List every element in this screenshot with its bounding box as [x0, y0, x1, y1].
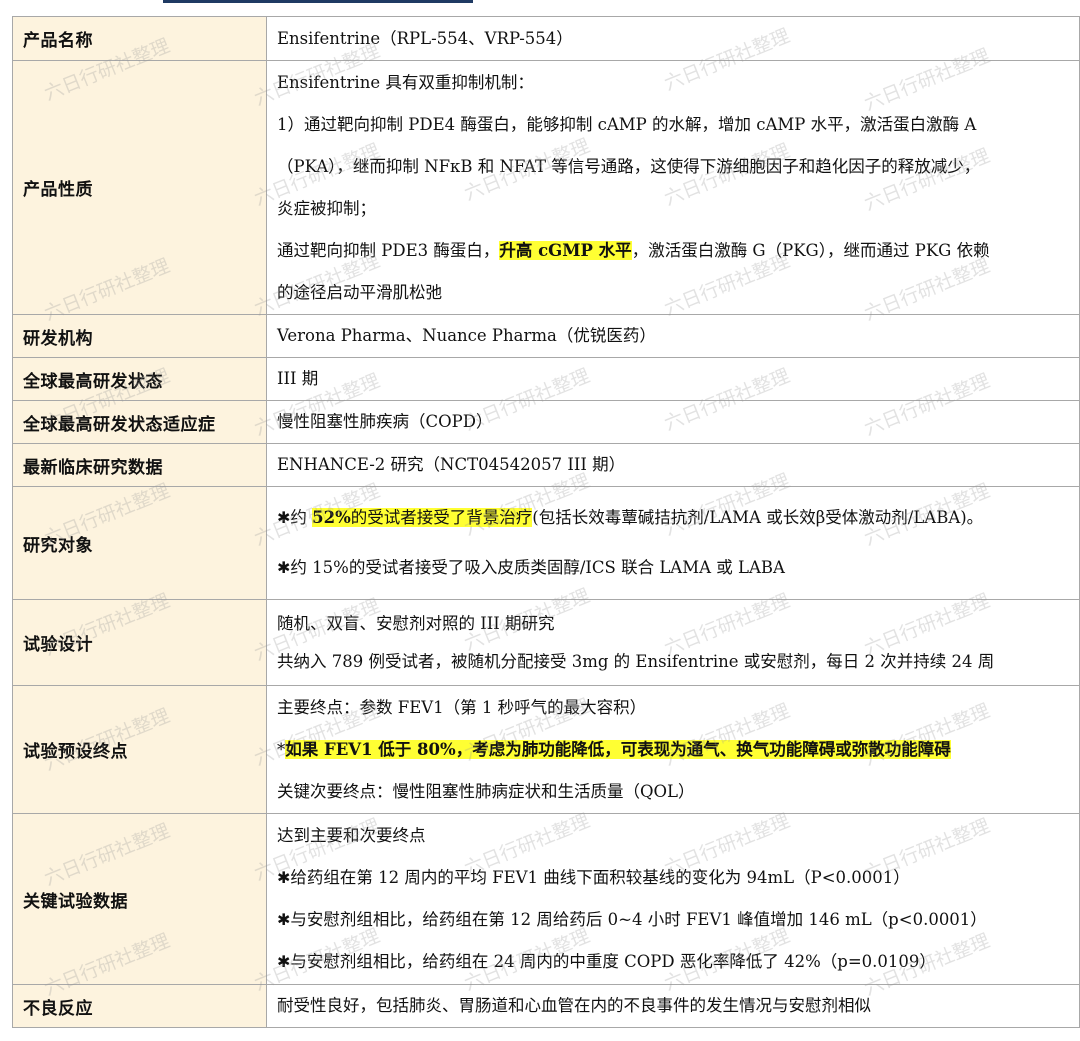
highlight-text: 52%	[312, 508, 351, 527]
product-nature-value: Ensifentrine 具有双重抑制机制： 1）通过靶向抑制 PDE4 酶蛋白…	[267, 61, 1080, 315]
row-label: 不良反应	[13, 985, 267, 1028]
highlight-text: 的受试者接受了背景治疗	[351, 508, 533, 527]
product-name-value: Ensifentrine（RPL-554、VRP-554）	[267, 17, 1080, 61]
bullet-star-icon: ✱	[277, 910, 290, 929]
row-label: 最新临床研究数据	[13, 444, 267, 487]
clinical-value: ENHANCE-2 研究（NCT04542057 III 期）	[267, 444, 1080, 487]
table-row: 全球最高研发状态 III 期	[13, 358, 1080, 401]
row-label: 产品性质	[13, 61, 267, 315]
design-value: 随机、双盲、安慰剂对照的 III 期研究 共纳入 789 例受试者，被随机分配接…	[267, 600, 1080, 686]
table-row: 不良反应 耐受性良好，包括肺炎、胃肠道和心血管在内的不良事件的发生情况与安慰剂相…	[13, 985, 1080, 1028]
row-label: 全球最高研发状态	[13, 358, 267, 401]
highlight-text: 升高 cGMP 水平	[499, 241, 631, 260]
status-value: III 期	[267, 358, 1080, 401]
top-accent-bar	[163, 0, 473, 3]
org-value: Verona Pharma、Nuance Pharma（优锐医药）	[267, 315, 1080, 358]
indication-value: 慢性阻塞性肺疾病（COPD）	[267, 401, 1080, 444]
row-label: 研发机构	[13, 315, 267, 358]
bullet-star-icon: ✱	[277, 868, 290, 887]
table-row: 最新临床研究数据 ENHANCE-2 研究（NCT04542057 III 期）	[13, 444, 1080, 487]
table-row: 产品名称 Ensifentrine（RPL-554、VRP-554）	[13, 17, 1080, 61]
subjects-value: ✱约 52%的受试者接受了背景治疗(包括长效毒蕈碱拮抗剂/LAMA 或长效β受体…	[267, 487, 1080, 600]
key-data-value: 达到主要和次要终点 ✱给药组在第 12 周内的平均 FEV1 曲线下面积较基线的…	[267, 814, 1080, 985]
row-label: 试验设计	[13, 600, 267, 686]
table-row: 关键试验数据 达到主要和次要终点 ✱给药组在第 12 周内的平均 FEV1 曲线…	[13, 814, 1080, 985]
adverse-value: 耐受性良好，包括肺炎、胃肠道和心血管在内的不良事件的发生情况与安慰剂相似	[267, 985, 1080, 1028]
table-row: 全球最高研发状态适应症 慢性阻塞性肺疾病（COPD）	[13, 401, 1080, 444]
table-row: 试验设计 随机、双盲、安慰剂对照的 III 期研究 共纳入 789 例受试者，被…	[13, 600, 1080, 686]
row-label: 产品名称	[13, 17, 267, 61]
highlight-text: 如果 FEV1 低于 80%，考虑为肺功能降低，可表现为通气、换气功能障碍或弥散…	[285, 740, 950, 759]
table-row: 研发机构 Verona Pharma、Nuance Pharma（优锐医药）	[13, 315, 1080, 358]
row-label: 试验预设终点	[13, 686, 267, 814]
endpoints-value: 主要终点：参数 FEV1（第 1 秒呼气的最大容积） *如果 FEV1 低于 8…	[267, 686, 1080, 814]
row-label: 研究对象	[13, 487, 267, 600]
bullet-star-icon: ✱	[277, 508, 290, 527]
table-row: 产品性质 Ensifentrine 具有双重抑制机制： 1）通过靶向抑制 PDE…	[13, 61, 1080, 315]
table-row: 试验预设终点 主要终点：参数 FEV1（第 1 秒呼气的最大容积） *如果 FE…	[13, 686, 1080, 814]
bullet-star-icon: ✱	[277, 952, 290, 971]
table-row: 研究对象 ✱约 52%的受试者接受了背景治疗(包括长效毒蕈碱拮抗剂/LAMA 或…	[13, 487, 1080, 600]
row-label: 全球最高研发状态适应症	[13, 401, 267, 444]
product-spec-table: 产品名称 Ensifentrine（RPL-554、VRP-554） 产品性质 …	[12, 16, 1080, 1028]
bullet-star-icon: ✱	[277, 558, 290, 577]
row-label: 关键试验数据	[13, 814, 267, 985]
